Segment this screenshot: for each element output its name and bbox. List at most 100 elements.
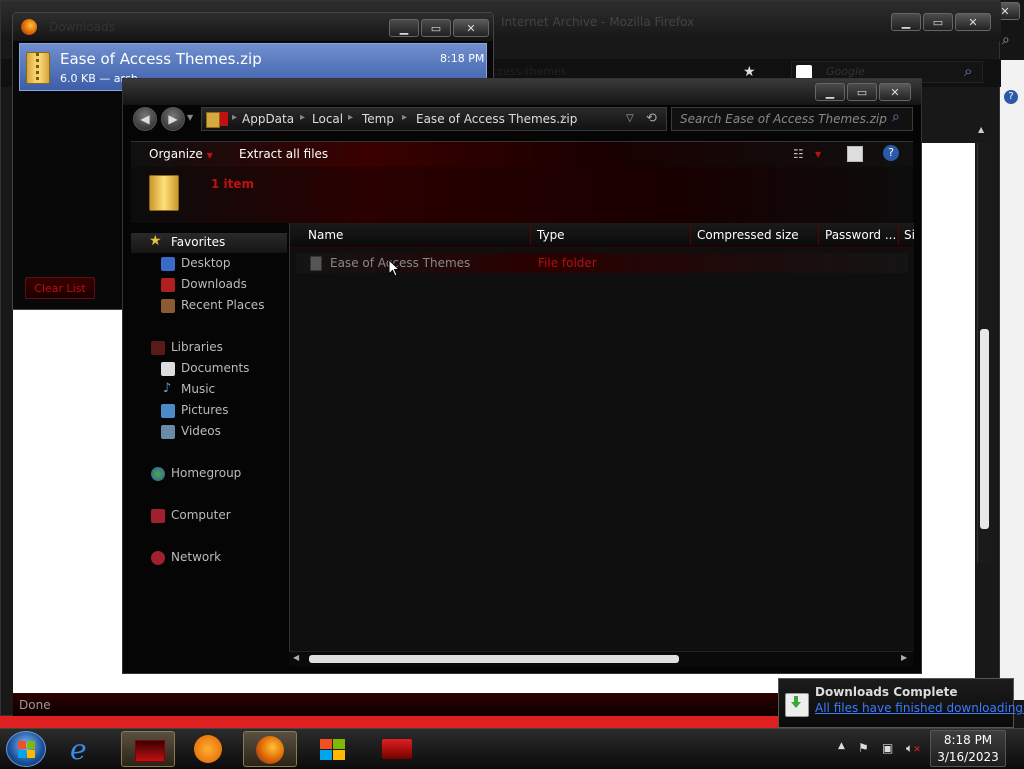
nav-item-recent-places[interactable]: Recent Places xyxy=(131,296,287,316)
music-icon: ♪ xyxy=(163,381,172,396)
organize-button[interactable]: Organize ▼ xyxy=(149,147,213,161)
status-text: Done xyxy=(19,698,51,712)
nav-label: Libraries xyxy=(171,340,223,354)
explorer-maximize-button[interactable]: ▭ xyxy=(847,83,877,101)
clear-list-button[interactable]: Clear List xyxy=(25,277,95,299)
nav-label: Desktop xyxy=(181,256,231,270)
search-icon[interactable]: ⌕ xyxy=(1002,32,1010,48)
nav-label: Recent Places xyxy=(181,298,265,312)
internet-explorer-taskbar-button[interactable]: e xyxy=(60,731,114,767)
documents-icon xyxy=(161,362,175,376)
column-header-compressed-size[interactable]: Compressed size xyxy=(697,228,799,242)
network-icon[interactable]: ▣ xyxy=(882,741,893,755)
details-pane: 1 item xyxy=(131,167,913,223)
zip-file-icon xyxy=(26,52,50,84)
nav-item-computer[interactable]: Computer xyxy=(131,506,287,526)
clock-time: 8:18 PM xyxy=(943,733,993,747)
help-icon[interactable]: ? xyxy=(1004,90,1018,104)
nav-item-desktop[interactable]: Desktop xyxy=(131,254,287,274)
scroll-up-arrow-icon[interactable]: ▲ xyxy=(978,125,984,134)
explorer-taskbar-button[interactable] xyxy=(121,731,175,767)
firefox-taskbar-button[interactable] xyxy=(243,731,297,767)
breadcrumb-item-appdata[interactable]: AppData xyxy=(242,112,294,126)
background-window-content: ? xyxy=(1000,60,1024,700)
forward-button[interactable]: ▶ xyxy=(161,107,185,131)
nav-label: Pictures xyxy=(181,403,229,417)
chevron-down-icon[interactable]: ▼ xyxy=(815,150,821,159)
nav-item-music[interactable]: ♪ Music xyxy=(131,380,287,400)
explorer-titlebar[interactable]: ▁ ▭ ✕ xyxy=(123,79,921,105)
nav-item-pictures[interactable]: Pictures xyxy=(131,401,287,421)
nav-item-documents[interactable]: Documents xyxy=(131,359,287,379)
explorer-minimize-button[interactable]: ▁ xyxy=(815,83,845,101)
downloads-icon xyxy=(161,278,175,292)
nav-label: Videos xyxy=(181,424,221,438)
downloads-title: Downloads xyxy=(49,20,115,34)
file-list[interactable]: Name Type Compressed size Password ... S… xyxy=(289,223,915,651)
scroll-left-arrow-icon[interactable]: ◀ xyxy=(293,653,299,662)
explorer-search-input[interactable]: Search Ease of Access Themes.zip ⌕ xyxy=(671,107,913,131)
scrollbar-thumb[interactable] xyxy=(980,329,989,529)
nav-item-homegroup[interactable]: Homegroup xyxy=(131,464,287,484)
windows-taskbar-button[interactable] xyxy=(306,731,360,767)
nav-item-videos[interactable]: Videos xyxy=(131,422,287,442)
column-header-size[interactable]: Si xyxy=(904,228,915,242)
app-taskbar-button[interactable] xyxy=(370,731,424,767)
taskbar: e ▲ ⚑ ▣ 🔈︎✕ 8:18 PM 3/16/2023 xyxy=(0,728,1024,769)
extract-all-files-button[interactable]: Extract all files xyxy=(239,147,328,161)
nav-item-network[interactable]: Network xyxy=(131,548,287,568)
firefox-vertical-scrollbar[interactable]: ▲ xyxy=(977,125,992,563)
firefox-close-button[interactable]: ✕ xyxy=(955,13,991,31)
downloads-close-button[interactable]: ✕ xyxy=(453,19,489,37)
breadcrumb-item-zip[interactable]: Ease of Access Themes.zip xyxy=(416,112,577,126)
nav-item-libraries[interactable]: Libraries xyxy=(131,338,287,358)
explorer-close-button[interactable]: ✕ xyxy=(879,83,911,101)
search-icon[interactable]: ⌕ xyxy=(964,62,972,80)
show-hidden-icons-icon[interactable]: ▲ xyxy=(838,741,845,751)
recent-pages-chevron-icon[interactable]: ▼ xyxy=(187,113,193,122)
firefox-maximize-button[interactable]: ▭ xyxy=(923,13,953,31)
horizontal-scrollbar[interactable]: ◀ ▶ xyxy=(289,651,913,666)
preview-pane-icon[interactable] xyxy=(847,146,863,162)
folder-icon xyxy=(310,256,322,271)
pictures-icon xyxy=(161,404,175,418)
volume-muted-icon[interactable]: 🔈︎✕ xyxy=(906,741,921,756)
nav-item-favorites[interactable]: ★ Favorites xyxy=(131,233,287,253)
background-window[interactable]: ✕ ⌕ ? xyxy=(990,0,1024,728)
action-center-flag-icon[interactable]: ⚑ xyxy=(858,741,869,755)
column-header-password[interactable]: Password ... xyxy=(825,228,896,242)
start-button[interactable] xyxy=(6,731,46,767)
column-header-type[interactable]: Type xyxy=(537,228,565,242)
address-dropdown-icon[interactable]: ▽ xyxy=(626,113,634,124)
search-icon[interactable]: ⌕ xyxy=(892,109,900,125)
nav-label: Downloads xyxy=(181,277,247,291)
breadcrumb-item-local[interactable]: Local xyxy=(312,112,343,126)
internet-explorer-icon: e xyxy=(70,733,87,766)
nav-item-downloads[interactable]: Downloads xyxy=(131,275,287,295)
scrollbar-thumb[interactable] xyxy=(309,655,679,663)
media-player-taskbar-button[interactable] xyxy=(182,731,236,767)
notification-link[interactable]: All files have finished downloading. xyxy=(815,701,1024,715)
view-options-icon[interactable]: ☷ xyxy=(793,147,804,161)
scroll-right-arrow-icon[interactable]: ▶ xyxy=(901,653,907,662)
notification-title: Downloads Complete xyxy=(815,685,958,699)
downloads-titlebar[interactable]: Downloads ▁ ▭ ✕ xyxy=(13,13,493,41)
refresh-icon[interactable]: ⟲ xyxy=(646,111,657,126)
column-header-name[interactable]: Name xyxy=(308,228,343,242)
firefox-minimize-button[interactable]: ▁ xyxy=(891,13,921,31)
back-button[interactable]: ◀ xyxy=(133,107,157,131)
downloads-maximize-button[interactable]: ▭ xyxy=(421,19,451,37)
help-icon[interactable]: ? xyxy=(883,145,899,161)
download-filename: Ease of Access Themes.zip xyxy=(60,50,262,68)
row-type: File folder xyxy=(538,256,597,270)
breadcrumb-item-temp[interactable]: Temp xyxy=(362,112,394,126)
nav-label: Computer xyxy=(171,508,231,522)
computer-icon xyxy=(151,509,165,523)
explorer-window[interactable]: ▁ ▭ ✕ ◀ ▶ ▼ ▸ AppData ▸ Local ▸ Temp ▸ E… xyxy=(122,78,922,674)
downloads-complete-notification[interactable]: Downloads Complete All files have finish… xyxy=(778,678,1024,728)
chevron-down-icon: ▼ xyxy=(206,151,213,160)
downloads-minimize-button[interactable]: ▁ xyxy=(389,19,419,37)
explorer-address-bar: ◀ ▶ ▼ ▸ AppData ▸ Local ▸ Temp ▸ Ease of… xyxy=(131,105,915,135)
google-icon[interactable] xyxy=(796,65,812,79)
breadcrumb[interactable]: ▸ AppData ▸ Local ▸ Temp ▸ Ease of Acces… xyxy=(201,107,667,131)
